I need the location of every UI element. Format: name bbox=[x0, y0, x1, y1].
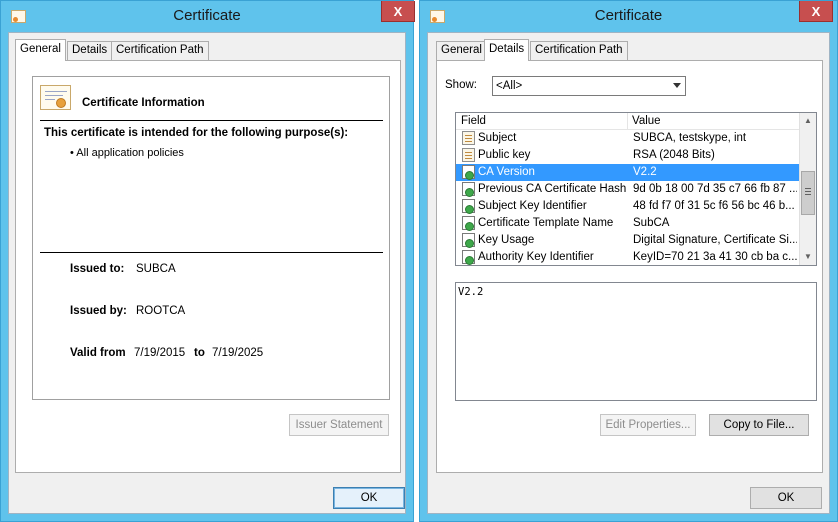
extension-icon bbox=[462, 199, 475, 214]
field-value-textbox[interactable]: V2.2 bbox=[455, 282, 817, 401]
show-dropdown-value: <All> bbox=[496, 80, 523, 92]
field-value: Digital Signature, Certificate Si... bbox=[633, 234, 797, 246]
list-item[interactable]: Public key RSA (2048 Bits) bbox=[456, 147, 799, 164]
field-value: V2.2 bbox=[633, 166, 657, 178]
list-item[interactable]: Authority Key Identifier KeyID=70 21 3a … bbox=[456, 249, 799, 265]
tab-general[interactable]: General bbox=[15, 39, 66, 61]
certificate-window-details: Certificate X General Details Certificat… bbox=[419, 0, 838, 522]
title-bar[interactable]: Certificate X bbox=[1, 1, 415, 32]
valid-to-value: 7/19/2025 bbox=[212, 347, 264, 359]
field-value: KeyID=70 21 3a 41 30 cb ba c... bbox=[633, 251, 797, 263]
certificate-info-heading: Certificate Information bbox=[82, 97, 205, 109]
tab-details[interactable]: Details bbox=[67, 41, 113, 60]
valid-from-label: Valid from bbox=[70, 347, 126, 359]
window-title: Certificate bbox=[173, 7, 241, 24]
issued-to-label: Issued to: bbox=[70, 263, 125, 275]
certificate-info-box: Certificate Information This certificate… bbox=[32, 76, 390, 400]
scrollbar-thumb[interactable] bbox=[801, 171, 815, 215]
field-name: Subject bbox=[478, 132, 517, 144]
extension-icon bbox=[462, 250, 475, 265]
purpose-item: • All application policies bbox=[70, 147, 184, 159]
dialog-client-area: General Details Certification Path Certi… bbox=[8, 32, 406, 514]
extension-icon bbox=[462, 182, 475, 197]
dialog-client-area: General Details Certification Path Show:… bbox=[427, 32, 830, 514]
show-dropdown[interactable]: <All> bbox=[492, 76, 686, 96]
field-value: SUBCA, testskype, int bbox=[633, 132, 747, 144]
issuer-statement-button[interactable]: Issuer Statement bbox=[289, 414, 389, 436]
vertical-scrollbar[interactable]: ▲ ▼ bbox=[799, 113, 816, 265]
purpose-heading: This certificate is intended for the fol… bbox=[44, 127, 349, 139]
divider bbox=[40, 252, 383, 253]
certificate-field-icon bbox=[462, 131, 475, 145]
close-button[interactable]: X bbox=[799, 1, 833, 22]
list-item[interactable]: Subject Key Identifier 48 fd f7 0f 31 5c… bbox=[456, 198, 799, 215]
certificate-field-icon bbox=[462, 148, 475, 162]
certificate-icon bbox=[40, 85, 71, 110]
ok-button[interactable]: OK bbox=[333, 487, 405, 509]
field-value: SubCA bbox=[633, 217, 670, 229]
list-item[interactable]: Previous CA Certificate Hash 9d 0b 18 00… bbox=[456, 181, 799, 198]
scroll-up-arrow-icon[interactable]: ▲ bbox=[800, 113, 816, 129]
critical-extension-icon bbox=[462, 233, 475, 248]
fields-list[interactable]: Field Value Subject SUBCA, testskype, in… bbox=[455, 112, 817, 266]
field-name: Subject Key Identifier bbox=[478, 200, 587, 212]
tab-details[interactable]: Details bbox=[484, 39, 530, 61]
valid-from-value: 7/19/2015 bbox=[134, 347, 186, 359]
divider bbox=[40, 120, 383, 121]
field-value: RSA (2048 Bits) bbox=[633, 149, 715, 161]
show-label: Show: bbox=[445, 79, 477, 91]
list-item[interactable]: Certificate Template Name SubCA bbox=[456, 215, 799, 232]
tab-certification-path[interactable]: Certification Path bbox=[530, 41, 628, 60]
issued-by-value: ROOTCA bbox=[136, 305, 186, 317]
tab-certification-path[interactable]: Certification Path bbox=[111, 41, 209, 60]
field-name: Authority Key Identifier bbox=[478, 251, 594, 263]
extension-icon bbox=[462, 165, 475, 180]
edit-properties-button[interactable]: Edit Properties... bbox=[600, 414, 696, 436]
field-name: Key Usage bbox=[478, 234, 535, 246]
ok-button[interactable]: OK bbox=[750, 487, 822, 509]
field-name: Previous CA Certificate Hash bbox=[478, 183, 626, 195]
list-item[interactable]: Subject SUBCA, testskype, int bbox=[456, 130, 799, 147]
field-name: Public key bbox=[478, 149, 531, 161]
certificate-window-general: Certificate X General Details Certificat… bbox=[0, 0, 415, 522]
list-item[interactable]: CA Version V2.2 bbox=[456, 164, 799, 181]
field-value: 9d 0b 18 00 7d 35 c7 66 fb 87 ... bbox=[633, 183, 797, 195]
list-header: Field Value bbox=[456, 113, 799, 130]
close-button[interactable]: X bbox=[381, 1, 415, 22]
field-value: 48 fd f7 0f 31 5c f6 56 bc 46 b... bbox=[633, 200, 795, 212]
scroll-down-arrow-icon[interactable]: ▼ bbox=[800, 249, 816, 265]
copy-to-file-button[interactable]: Copy to File... bbox=[709, 414, 809, 436]
list-item[interactable]: Key Usage Digital Signature, Certificate… bbox=[456, 232, 799, 249]
column-header-field[interactable]: Field bbox=[461, 115, 486, 127]
window-title: Certificate bbox=[594, 7, 663, 24]
valid-to-label: to bbox=[194, 347, 205, 359]
tab-general[interactable]: General bbox=[436, 41, 487, 60]
issued-to-value: SUBCA bbox=[136, 263, 176, 275]
field-name: CA Version bbox=[478, 166, 535, 178]
issued-by-label: Issued by: bbox=[70, 305, 127, 317]
column-header-value[interactable]: Value bbox=[632, 115, 661, 127]
extension-icon bbox=[462, 216, 475, 231]
title-bar[interactable]: Certificate X bbox=[420, 1, 837, 32]
chevron-down-icon bbox=[673, 83, 681, 88]
field-name: Certificate Template Name bbox=[478, 217, 614, 229]
